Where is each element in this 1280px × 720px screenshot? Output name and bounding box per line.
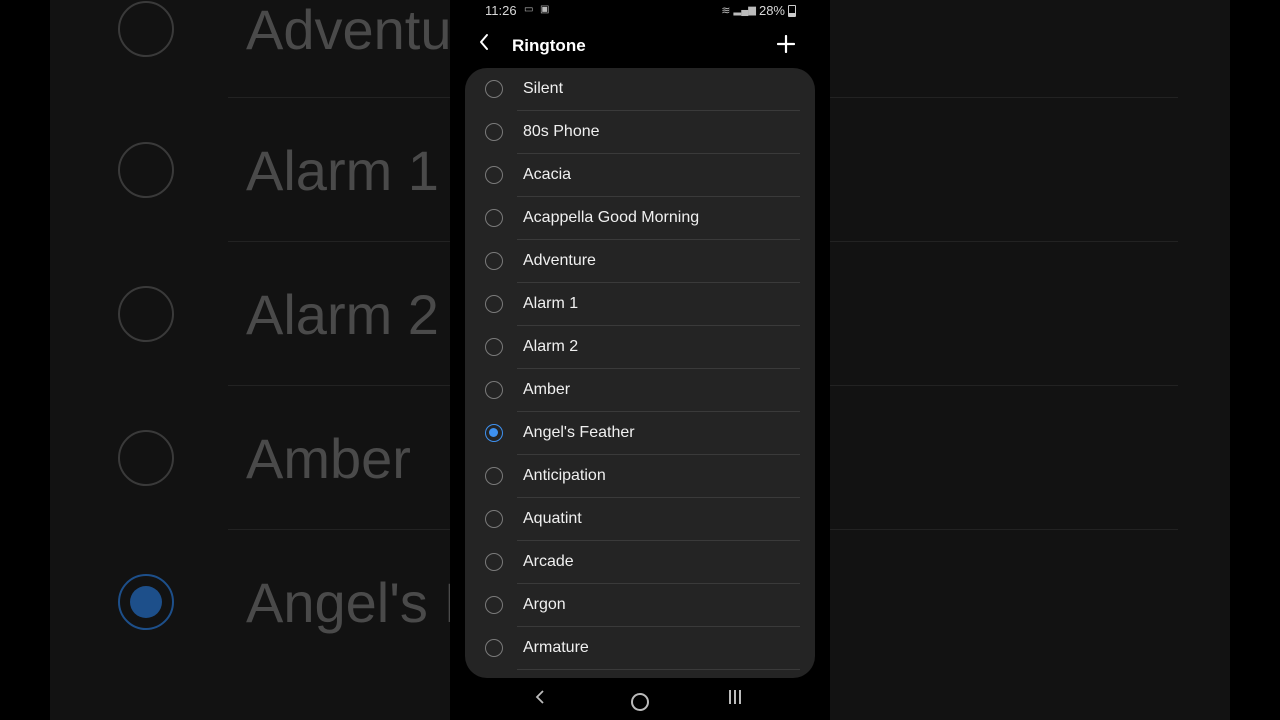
signal-icon: ▂▄▆ xyxy=(733,5,756,16)
chevron-left-icon xyxy=(535,690,544,704)
radio-button[interactable] xyxy=(485,295,503,313)
status-time: 11:26 xyxy=(485,3,517,18)
radio-button[interactable] xyxy=(485,467,503,485)
bg-radio-selected-icon xyxy=(118,574,174,630)
bg-label: Amber xyxy=(246,427,411,490)
bg-radio-icon xyxy=(118,430,174,486)
ringtone-label: Aquatint xyxy=(523,510,582,527)
divider xyxy=(517,669,800,670)
phone-screen: 11:26 ▭ ▣ ≋ ▂▄▆ 28% Ringtone Silent 80s … xyxy=(450,0,830,720)
status-bar: 11:26 ▭ ▣ ≋ ▂▄▆ 28% xyxy=(450,0,830,22)
list-item[interactable]: Amber xyxy=(465,369,815,412)
bg-radio-icon xyxy=(118,1,174,57)
battery-icon xyxy=(788,4,796,17)
radio-button[interactable] xyxy=(485,381,503,399)
radio-button-selected[interactable] xyxy=(485,424,503,442)
nav-home-icon[interactable] xyxy=(631,693,649,711)
bg-label: Adventu xyxy=(246,0,452,61)
ringtone-label: Argon xyxy=(523,596,566,613)
list-item[interactable]: Acappella Good Morning xyxy=(465,197,815,240)
plus-icon xyxy=(776,34,796,54)
wifi-icon: ≋ xyxy=(721,5,731,17)
radio-button[interactable] xyxy=(485,123,503,141)
bg-label: Alarm 2 xyxy=(246,283,439,346)
list-item[interactable]: Anticipation xyxy=(465,455,815,498)
battery-percent: 28% xyxy=(758,3,785,18)
list-item[interactable]: Acacia xyxy=(465,154,815,197)
radio-button[interactable] xyxy=(485,510,503,528)
app-bar: Ringtone xyxy=(450,22,830,68)
page-title: Ringtone xyxy=(512,36,586,55)
ringtone-label: Alarm 1 xyxy=(523,295,579,312)
list-item[interactable]: 80s Phone xyxy=(465,111,815,154)
radio-button[interactable] xyxy=(485,553,503,571)
bg-label: Alarm 1 xyxy=(246,139,439,202)
list-item[interactable]: Argon xyxy=(465,584,815,627)
bg-radio-icon xyxy=(118,142,174,198)
notification-icon: ▣ xyxy=(540,4,550,15)
ringtone-label: Adventure xyxy=(523,252,596,269)
ringtone-label: Angel's Feather xyxy=(523,424,635,441)
status-right: ≋ ▂▄▆ 28% xyxy=(721,3,796,18)
ringtone-list: Silent 80s Phone Acacia Acappella Good M… xyxy=(465,68,815,678)
ringtone-label: Anticipation xyxy=(523,467,606,484)
list-item[interactable]: Armature xyxy=(465,627,815,670)
ringtone-label: 80s Phone xyxy=(523,123,600,140)
video-icon: ▭ xyxy=(524,4,534,15)
radio-button[interactable] xyxy=(485,166,503,184)
list-item-selected[interactable]: Angel's Feather xyxy=(465,412,815,455)
ringtone-label: Silent xyxy=(523,80,564,97)
radio-button[interactable] xyxy=(485,80,503,98)
bg-label: Angel's I xyxy=(246,571,460,634)
add-ringtone-button[interactable] xyxy=(774,30,798,58)
nav-recents-icon[interactable] xyxy=(729,690,741,704)
ringtone-label: Acacia xyxy=(523,166,572,183)
ringtone-label: Amber xyxy=(523,381,571,398)
list-item[interactable]: Alarm 2 xyxy=(465,326,815,369)
ringtone-label: Armature xyxy=(523,639,589,656)
list-item[interactable]: Adventure xyxy=(465,240,815,283)
list-item[interactable]: Aquatint xyxy=(465,498,815,541)
back-arrow-icon xyxy=(480,34,488,50)
radio-button[interactable] xyxy=(485,252,503,270)
ringtone-label: Alarm 2 xyxy=(523,338,579,355)
radio-button[interactable] xyxy=(485,209,503,227)
back-button[interactable] xyxy=(478,32,498,56)
list-item[interactable]: Arcade xyxy=(465,541,815,584)
list-item[interactable]: Silent xyxy=(465,68,815,111)
ringtone-label: Arcade xyxy=(523,553,574,570)
navigation-bar xyxy=(450,680,830,720)
radio-button[interactable] xyxy=(485,596,503,614)
radio-button[interactable] xyxy=(485,639,503,657)
ringtone-label: Acappella Good Morning xyxy=(523,209,700,226)
list-item[interactable]: Alarm 1 xyxy=(465,283,815,326)
nav-back-icon[interactable] xyxy=(535,688,545,711)
bg-radio-icon xyxy=(118,286,174,342)
radio-button[interactable] xyxy=(485,338,503,356)
